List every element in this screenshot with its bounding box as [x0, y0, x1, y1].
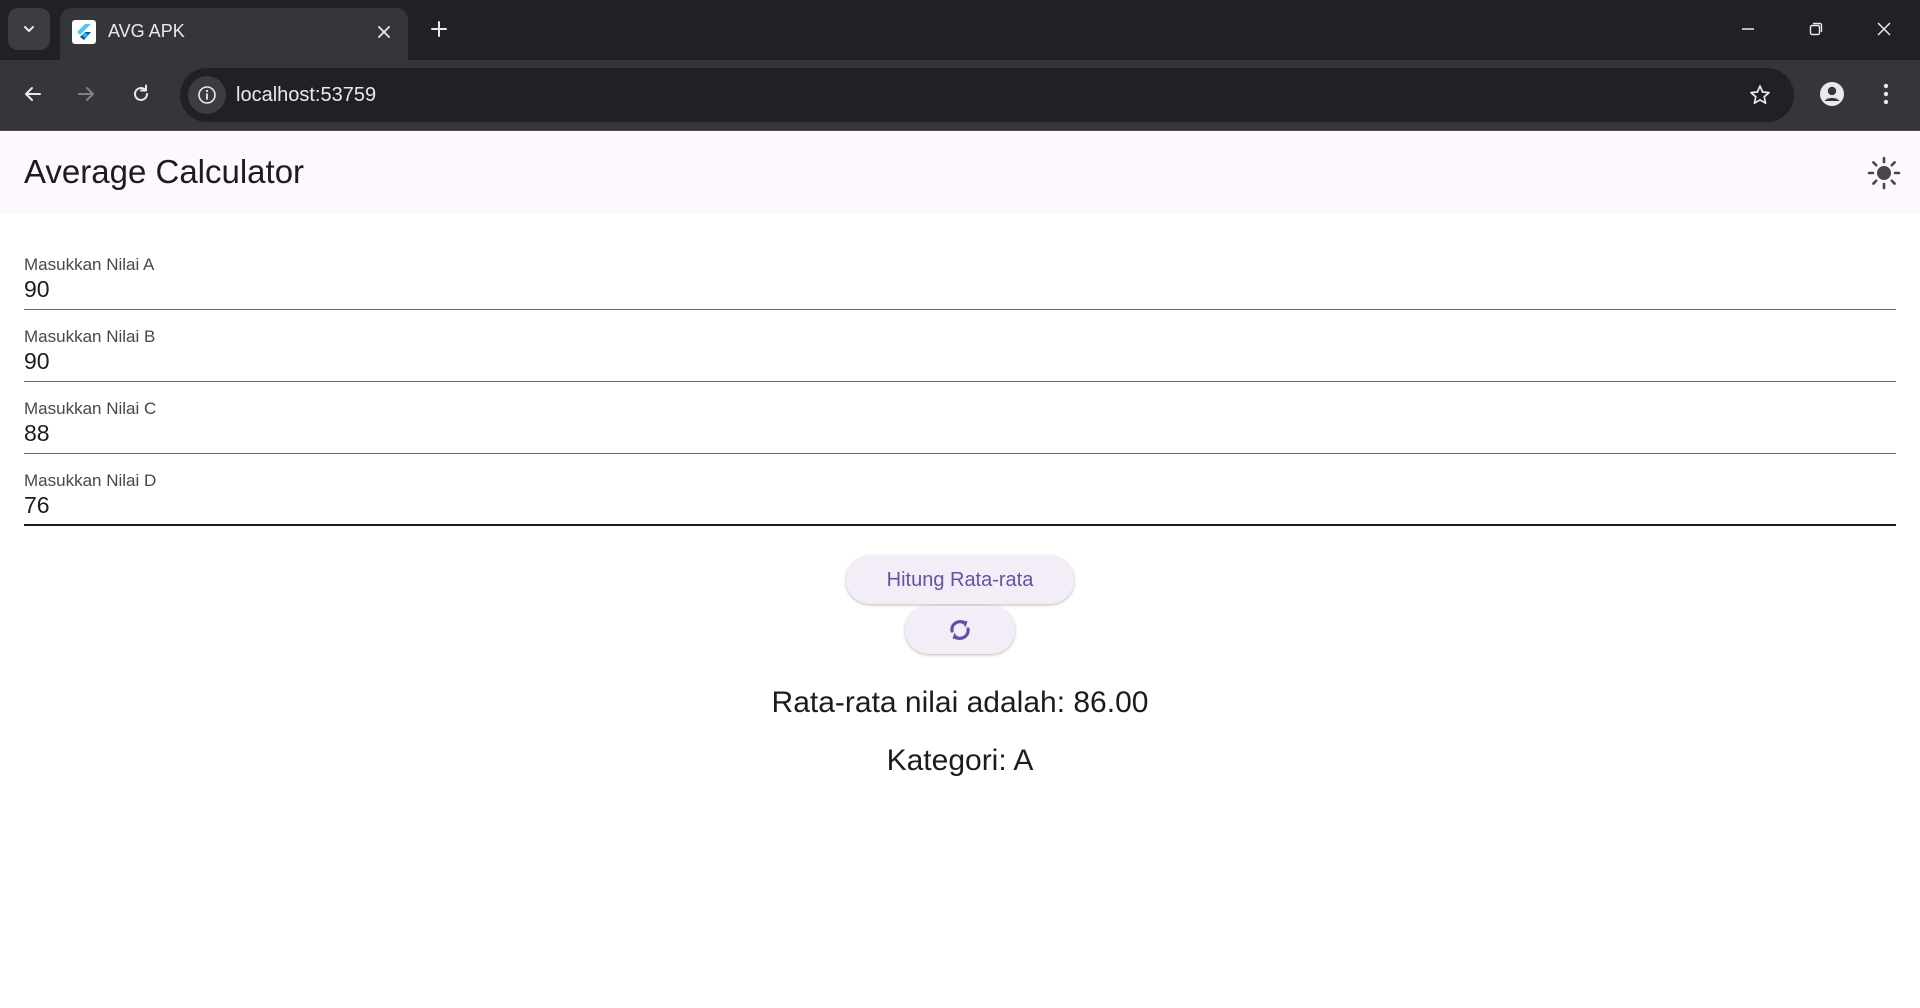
- browser-menu-button[interactable]: [1866, 74, 1906, 114]
- chevron-down-icon: [24, 26, 34, 32]
- nilai-a-label: Masukkan Nilai A: [24, 255, 155, 274]
- restore-icon: [1809, 22, 1823, 36]
- window-close-button[interactable]: [1856, 6, 1912, 52]
- close-icon: [1877, 22, 1891, 36]
- nilai-d-label: Masukkan Nilai D: [24, 471, 157, 490]
- flutter-icon: [72, 20, 96, 44]
- reload-icon: [134, 84, 148, 101]
- back-button[interactable]: [13, 74, 53, 114]
- browser-toolbar: localhost:53759: [0, 60, 1920, 130]
- plus-icon: [431, 21, 447, 37]
- app-bar: Average Calculator: [0, 131, 1920, 214]
- tab-title: AVG APK: [108, 21, 185, 41]
- close-icon: [378, 26, 390, 38]
- nilai-c-label: Masukkan Nilai C: [24, 399, 157, 418]
- browser-tab[interactable]: AVG APK: [60, 8, 408, 60]
- nilai-b-label: Masukkan Nilai B: [24, 327, 156, 346]
- minimize-icon: [1742, 28, 1754, 30]
- nilai-b-input[interactable]: 90: [24, 348, 50, 375]
- tab-search-button[interactable]: [8, 8, 50, 50]
- profile-button[interactable]: [1812, 74, 1852, 114]
- average-result-text: Rata-rata nilai adalah: 86.00: [771, 686, 1149, 719]
- new-tab-button[interactable]: [422, 12, 456, 46]
- info-icon: [198, 86, 216, 104]
- bookmark-button[interactable]: [1744, 79, 1776, 111]
- more-vertical-icon: [1883, 83, 1889, 105]
- star-icon: [1750, 85, 1770, 105]
- calculate-average-button[interactable]: Hitung Rata-rata: [846, 556, 1074, 604]
- address-bar[interactable]: localhost:53759: [180, 68, 1794, 122]
- browser-tab-strip: AVG APK: [0, 0, 1920, 60]
- page-title: Average Calculator: [24, 153, 305, 190]
- nilai-d-field[interactable]: Masukkan Nilai D 76: [24, 454, 1896, 526]
- restore-button[interactable]: [1788, 6, 1844, 52]
- nilai-b-field[interactable]: Masukkan Nilai B 90: [24, 310, 1896, 382]
- url-text: localhost:53759: [236, 84, 377, 106]
- refresh-icon: [950, 620, 970, 640]
- profile-icon: [1820, 82, 1844, 106]
- minimize-button[interactable]: [1720, 6, 1776, 52]
- nilai-a-input[interactable]: 90: [24, 276, 50, 303]
- nilai-d-input[interactable]: 76: [24, 492, 50, 519]
- category-result-text: Kategori: A: [886, 744, 1034, 777]
- nilai-c-field[interactable]: Masukkan Nilai C 88: [24, 382, 1896, 454]
- site-info-button[interactable]: [188, 76, 226, 114]
- arrow-right-icon: [78, 87, 94, 101]
- nilai-c-input[interactable]: 88: [24, 420, 50, 447]
- theme-toggle-button[interactable]: [1862, 151, 1906, 195]
- nilai-a-field[interactable]: Masukkan Nilai A 90: [24, 238, 1896, 310]
- reset-button[interactable]: [905, 606, 1015, 654]
- arrow-left-icon: [25, 87, 41, 101]
- reload-button[interactable]: [121, 74, 161, 114]
- sun-icon: [1867, 156, 1901, 190]
- forward-button[interactable]: [66, 74, 106, 114]
- tab-close-button[interactable]: [370, 18, 398, 46]
